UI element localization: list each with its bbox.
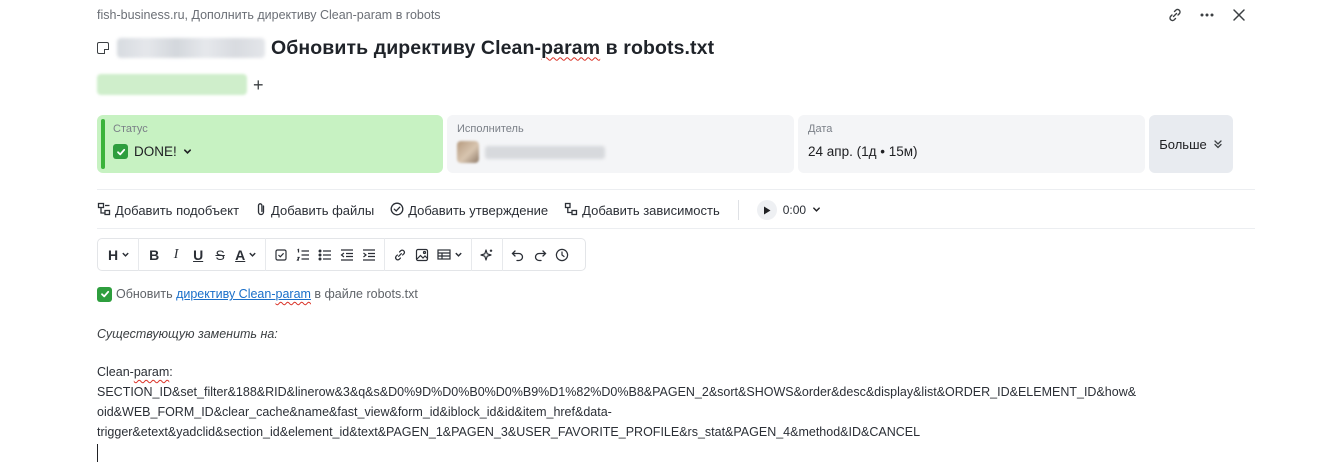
chevron-down-icon[interactable]: [812, 203, 821, 217]
breadcrumb[interactable]: fish-business.ru, Дополнить директиву Cl…: [97, 8, 441, 22]
bullet-list-icon[interactable]: [316, 243, 334, 267]
add-approval-button[interactable]: Добавить утверждение: [390, 202, 548, 219]
more-label: Больше: [1159, 136, 1207, 152]
date-field[interactable]: Дата 24 апр. (1д • 15м): [798, 115, 1145, 173]
assignee-field[interactable]: Исполнитель: [447, 115, 794, 173]
checkbox-checked-icon[interactable]: [97, 286, 112, 302]
project-name-blurred[interactable]: [117, 38, 265, 58]
underline-button[interactable]: U: [189, 243, 207, 267]
params-line: trigger&etext&yadclid&section_id&element…: [97, 425, 921, 439]
add-subtask-button[interactable]: Добавить подобъект: [97, 202, 239, 219]
checklist-item-text: Обновить директиву Clean-param в файле r…: [116, 287, 418, 301]
more-fields-button[interactable]: Больше: [1149, 115, 1233, 173]
text-color-button[interactable]: A: [233, 243, 259, 267]
dependency-icon: [564, 202, 578, 219]
strikethrough-button[interactable]: S: [211, 243, 229, 267]
date-label: Дата: [808, 123, 833, 135]
date-value: 24 апр. (1д • 15м): [808, 144, 918, 159]
more-horizontal-icon[interactable]: [1196, 4, 1218, 26]
close-icon[interactable]: [1228, 4, 1250, 26]
add-files-button[interactable]: Добавить файлы: [255, 202, 374, 219]
params-line: SECTION_ID&set_filter&188&RID&linerow&3&…: [97, 385, 1137, 399]
separator: [737, 200, 739, 220]
editor-toolbar: H B I U S A: [97, 238, 587, 271]
bold-button[interactable]: B: [145, 243, 163, 267]
indent-icon[interactable]: [360, 243, 378, 267]
subtask-icon: [97, 202, 111, 219]
actions-row: Добавить подобъект Добавить файлы Добави…: [97, 200, 821, 220]
directive-link[interactable]: директиву Clean-param: [176, 287, 311, 301]
status-value: DONE!: [134, 144, 177, 159]
heading-button[interactable]: H: [106, 243, 132, 267]
checklist-item[interactable]: Обновить директиву Clean-param в файле r…: [97, 284, 1247, 304]
italic-button[interactable]: I: [167, 243, 185, 267]
params-line: oid&WEB_FORM_ID&clear_cache&name&fast_vi…: [97, 405, 612, 419]
add-files-label: Добавить файлы: [271, 202, 375, 218]
checkbox-checked-icon: [113, 144, 128, 159]
image-icon[interactable]: [413, 243, 431, 267]
add-dependency-label: Добавить зависимость: [582, 202, 720, 218]
plus-icon[interactable]: +: [253, 76, 264, 94]
page-title[interactable]: Обновить директиву Clean-param в robots.…: [271, 37, 714, 60]
history-icon[interactable]: [553, 243, 571, 267]
divider: [97, 228, 1255, 229]
add-dependency-button[interactable]: Добавить зависимость: [564, 202, 720, 219]
double-chevron-down-icon: [1213, 137, 1223, 152]
play-icon[interactable]: [756, 200, 777, 220]
check-circle-icon: [390, 202, 404, 219]
redo-icon[interactable]: [531, 243, 549, 267]
link-icon[interactable]: [1164, 4, 1186, 26]
link-icon[interactable]: [391, 243, 409, 267]
ai-sparkle-icon[interactable]: [478, 243, 496, 267]
text-cursor: [97, 444, 98, 462]
tag-blurred[interactable]: [97, 74, 247, 95]
divider: [97, 189, 1255, 190]
window-actions: [1164, 4, 1250, 26]
replace-label: Существующую заменить на:: [97, 327, 278, 341]
table-icon[interactable]: [435, 243, 465, 267]
chevron-down-icon: [183, 144, 192, 159]
outdent-icon[interactable]: [338, 243, 356, 267]
add-approval-label: Добавить утверждение: [408, 202, 549, 218]
undo-icon[interactable]: [509, 243, 527, 267]
clean-param-label: Clean-param:: [97, 365, 173, 379]
assignee-label: Исполнитель: [457, 123, 524, 135]
task-fields: Статус DONE! Исполнитель Дата 24 апр. (1…: [97, 115, 1233, 173]
timer-control[interactable]: 0:00: [756, 200, 821, 220]
paperclip-icon: [255, 202, 267, 219]
add-subtask-label: Добавить подобъект: [115, 202, 240, 218]
avatar: [457, 141, 479, 163]
status-field[interactable]: Статус DONE!: [97, 115, 443, 173]
clean-param-block: Clean-param: SECTION_ID&set_filter&188&R…: [97, 362, 1247, 462]
timer-value: 0:00: [782, 203, 807, 217]
numbered-list-icon[interactable]: [294, 243, 312, 267]
task-title-row: Обновить директиву Clean-param в robots.…: [97, 36, 714, 60]
tags-row: +: [97, 74, 264, 95]
task-icon: [97, 42, 109, 54]
status-label: Статус: [113, 123, 148, 135]
checkbox-list-icon[interactable]: [272, 243, 290, 267]
assignee-name-blurred: [485, 145, 605, 159]
task-description[interactable]: Обновить директиву Clean-param в файле r…: [97, 284, 1247, 462]
